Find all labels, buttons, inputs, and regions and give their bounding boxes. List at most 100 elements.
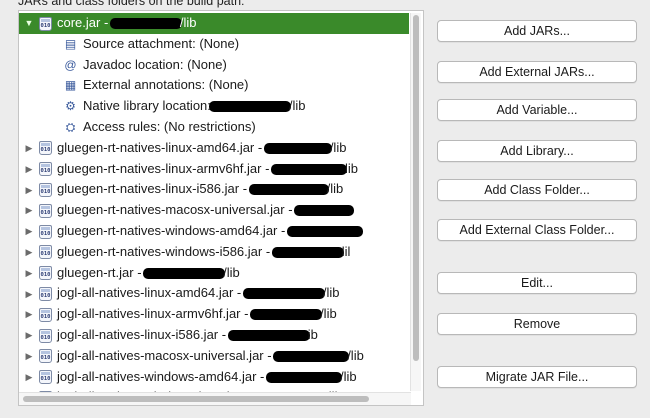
redaction-mark (271, 163, 348, 175)
path-suffix-label: /lib (339, 368, 357, 384)
expand-triangle-icon[interactable]: ▶ (23, 263, 35, 284)
jar-file-icon (39, 286, 52, 301)
jar-entry-row[interactable]: ▶ gluegen-rt-natives-windows-amd64.jar - (19, 221, 409, 242)
attribute-label: Javadoc location: (None) (83, 56, 227, 72)
jar-entry-row[interactable]: ▶ gluegen-rt-natives-linux-amd64.jar - /l… (19, 138, 409, 159)
expand-triangle-icon[interactable]: ▶ (23, 346, 35, 367)
path-suffix-label: /lib (347, 347, 364, 363)
jar-name-label: jogl-all-natives-linux-armv6hf.jar - (57, 306, 253, 322)
edit-button[interactable]: Edit... (437, 272, 637, 294)
vertical-scrollbar-thumb[interactable] (413, 15, 419, 361)
jar-entry-row[interactable]: ▶ jogl-all-natives-windows-amd64.jar - /l… (19, 367, 409, 388)
path-suffix-label: /lib (179, 15, 197, 31)
jar-entry-row[interactable]: ▶ jogl-all-natives-macosx-universal.jar -… (19, 346, 409, 367)
redaction-mark (109, 18, 182, 30)
jar-file-icon (39, 349, 52, 364)
redaction-mark (273, 350, 350, 362)
expand-triangle-icon[interactable]: ▶ (23, 304, 35, 325)
jar-entry-row[interactable]: ▶ gluegen-rt-natives-linux-i586.jar - /li… (19, 179, 409, 200)
path-suffix-label: /lib (329, 139, 347, 155)
tree-list: ▼ core.jar - /lib ▤ Source attachment: (Non… (19, 13, 409, 405)
jar-name-label: gluegen-rt-natives-linux-amd64.jar - (57, 139, 266, 155)
jar-attribute-row[interactable]: ⚙ Native library location: /lib (19, 96, 409, 117)
expand-triangle-icon[interactable]: ▶ (23, 284, 35, 305)
add-variable-button[interactable]: Add Variable... (437, 99, 637, 121)
add-external-class-folder-button[interactable]: Add External Class Folder... (437, 219, 637, 241)
path-suffix-label: /lib (326, 181, 344, 197)
jar-name-label: jogl-all-natives-linux-amd64.jar - (57, 285, 245, 301)
external-annotations-icon: ▦ (64, 78, 77, 93)
vertical-scrollbar[interactable] (410, 13, 421, 391)
attribute-label: Source attachment: (None) (83, 35, 240, 51)
jar-name-label: core.jar - (57, 15, 112, 31)
jar-file-icon (39, 266, 52, 281)
jar-attribute-row[interactable]: @ Javadoc location: (None) (19, 55, 409, 76)
path-suffix-label: /lib (322, 285, 340, 301)
attribute-label: Native library location: (83, 98, 211, 114)
horizontal-scrollbar-thumb[interactable] (23, 396, 369, 402)
redaction-mark (294, 205, 355, 217)
expand-triangle-icon[interactable]: ▶ (23, 367, 35, 388)
redaction-mark (242, 288, 325, 300)
path-suffix-label: lil (341, 243, 351, 259)
redaction-mark (143, 267, 226, 279)
jar-entry-row[interactable]: ▶ gluegen-rt-natives-windows-i586.jar - l… (19, 242, 409, 263)
redaction-mark (208, 101, 291, 113)
jar-name-label: gluegen-rt-natives-windows-amd64.jar - (57, 223, 289, 239)
jar-name-label: jogl-all-natives-linux-i586.jar - (57, 327, 230, 343)
attribute-label: Access rules: (No restrictions) (83, 119, 256, 135)
redaction-mark (250, 309, 323, 321)
jar-entry-row[interactable]: ▶ gluegen-rt.jar - /lib (19, 263, 409, 284)
jar-file-icon (39, 328, 52, 343)
jar-attribute-row[interactable]: ▦ External annotations: (None) (19, 75, 409, 96)
redaction-mark (248, 184, 329, 196)
jar-entry-row[interactable]: ▶gluegen-rt-natives-linux-armv6hf.jar - … (19, 159, 409, 180)
source-attachment-icon: ▤ (64, 36, 77, 51)
migrate-jar-file-button[interactable]: Migrate JAR File... (437, 366, 637, 388)
expand-triangle-icon[interactable]: ▶ (23, 159, 35, 180)
jar-file-icon (39, 307, 52, 322)
jar-name-label: gluegen-rt-natives-macosx-universal.jar … (57, 202, 297, 218)
jar-file-icon (39, 203, 52, 218)
jar-file-icon (39, 162, 52, 177)
expand-triangle-icon[interactable]: ▶ (23, 242, 35, 263)
jar-name-label: gluegen-rt-natives-linux-armv6hf.jar - (57, 160, 274, 176)
jar-entry-row[interactable]: ▶ jogl-all-natives-linux-armv6hf.jar - /l… (19, 304, 409, 325)
redaction-mark (265, 371, 342, 383)
path-suffix-label: ib (307, 327, 318, 343)
jar-name-label: gluegen-rt.jar - (57, 264, 146, 280)
jar-attribute-row[interactable]: ⛭ Access rules: (No restrictions) (19, 117, 409, 138)
remove-button[interactable]: Remove (437, 313, 637, 335)
jar-name-label: jogl-all-natives-macosx-universal.jar - (57, 347, 276, 363)
redaction-mark (286, 226, 363, 238)
expand-triangle-icon[interactable]: ▶ (23, 200, 35, 221)
expand-triangle-icon[interactable]: ▶ (23, 138, 35, 159)
build-path-heading: JARs and class folders on the build path… (18, 0, 245, 8)
jar-name-label: gluegen-rt-natives-windows-i586.jar - (57, 243, 274, 259)
expand-triangle-icon[interactable]: ▶ (23, 221, 35, 242)
build-path-tree[interactable]: ▼ core.jar - /lib ▤ Source attachment: (Non… (18, 10, 424, 406)
collapse-triangle-icon[interactable]: ▼ (23, 13, 35, 34)
horizontal-scrollbar[interactable] (19, 392, 411, 405)
redaction-mark (263, 142, 332, 154)
add-external-jars-button[interactable]: Add External JARs... (437, 61, 637, 83)
javadoc-icon: @ (64, 57, 77, 72)
path-suffix-label: /lib (288, 98, 306, 114)
jar-entry-row[interactable]: ▶ gluegen-rt-natives-macosx-universal.jar… (19, 200, 409, 221)
jar-file-icon (39, 245, 52, 260)
jar-entry-row[interactable]: ▶ jogl-all-natives-linux-i586.jar - ib (19, 325, 409, 346)
native-library-icon: ⚙ (65, 99, 76, 114)
jar-file-icon (39, 141, 52, 156)
jar-file-icon (39, 224, 52, 239)
jar-file-icon (39, 182, 52, 197)
jar-entry-row[interactable]: ▼ core.jar - /lib (19, 13, 409, 34)
expand-triangle-icon[interactable]: ▶ (23, 325, 35, 346)
expand-triangle-icon[interactable]: ▶ (23, 180, 35, 201)
access-rules-icon: ⛭ (65, 120, 76, 135)
add-class-folder-button[interactable]: Add Class Folder... (437, 179, 637, 201)
jar-entry-row[interactable]: ▶ jogl-all-natives-linux-amd64.jar - /lib (19, 283, 409, 304)
add-jars-button[interactable]: Add JARs... (437, 20, 637, 42)
add-library-button[interactable]: Add Library... (437, 140, 637, 162)
jar-attribute-row[interactable]: ▤ Source attachment: (None) (19, 34, 409, 55)
redaction-mark (227, 330, 310, 342)
